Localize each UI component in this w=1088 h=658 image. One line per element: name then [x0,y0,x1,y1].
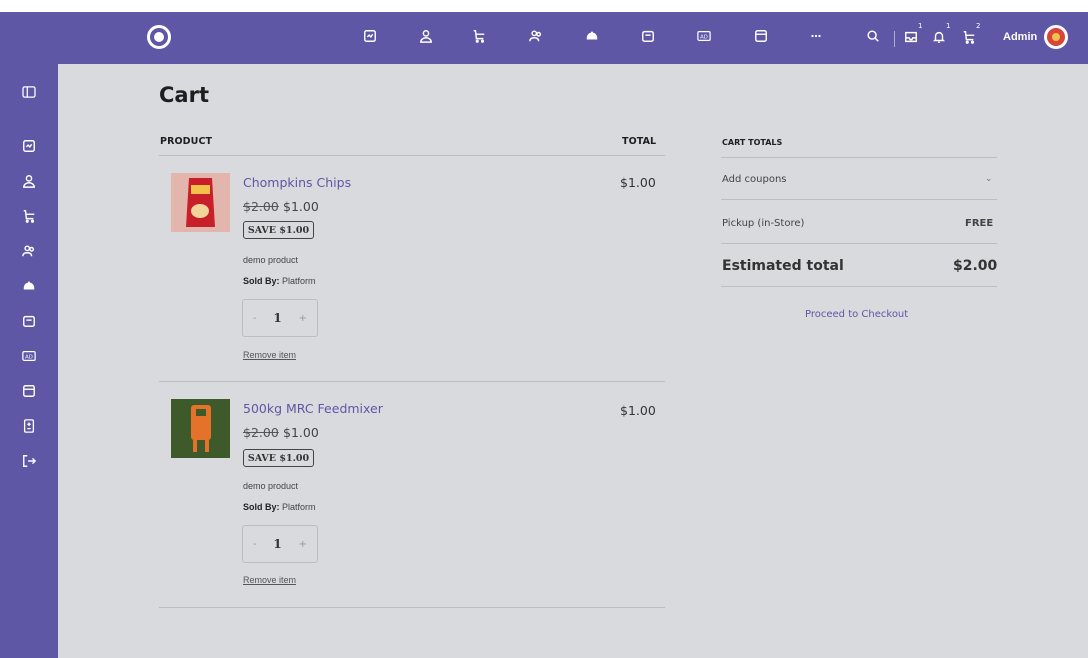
product-thumbnail[interactable] [171,173,230,232]
sale-price: $1.00 [283,425,319,440]
decrease-quantity-button[interactable]: - [253,539,257,550]
sold-by: Sold By: Platform [243,502,316,512]
search-icon[interactable] [866,29,880,43]
totals-divider [721,199,997,200]
inbox-icon[interactable] [904,30,918,44]
product-description: demo product [243,481,299,491]
main-content [58,64,1088,658]
users-icon[interactable] [529,29,543,43]
cart-icon[interactable] [472,29,486,43]
quantity-stepper[interactable]: - 1 + [242,299,318,337]
original-price: $2.00 [243,199,279,214]
toolbar-separator [894,31,895,47]
sidebar-helmet-icon[interactable] [22,279,36,293]
calculator-icon[interactable] [22,419,36,433]
sale-price: $1.00 [283,199,319,214]
window-icon[interactable] [754,29,768,43]
ad-icon[interactable]: AD [697,29,711,43]
product-column-header: PRODUCT [160,136,213,147]
product-name-link[interactable]: Chompkins Chips [243,175,351,190]
save-badge: SAVE $1.00 [243,449,314,467]
estimated-total-label: Estimated total [722,258,844,274]
row-divider [159,607,665,608]
svg-text:AD: AD [700,35,708,41]
sold-by-label: Sold By: [243,502,280,512]
row-divider [159,381,665,382]
increase-quantity-button[interactable]: + [299,539,307,550]
remove-item-link[interactable]: Remove item [243,350,296,360]
sidebar: AD [0,64,58,658]
line-total: $1.00 [620,403,656,418]
proceed-to-checkout-button[interactable]: Proceed to Checkout [805,309,908,320]
quantity-value[interactable]: 1 [273,537,281,551]
user-icon[interactable] [419,29,433,43]
svg-text:AD: AD [25,355,33,361]
cart-notification-icon[interactable] [962,30,976,44]
cart-count-badge: 2 [976,22,981,30]
brand-logo[interactable] [147,25,171,49]
original-price: $2.00 [243,425,279,440]
sidebar-window-icon[interactable] [22,384,36,398]
top-navigation-bar: AD 1 1 2 Admin [0,12,1088,64]
total-column-header: TOTAL [622,136,657,147]
helmet-icon[interactable] [585,29,599,43]
sold-by-value: Platform [282,276,316,286]
panel-toggle-icon[interactable] [22,86,36,98]
totals-divider [721,243,997,244]
product-description: demo product [243,255,299,265]
sold-by-value: Platform [282,502,316,512]
page-title: Cart [159,83,209,107]
add-coupons-toggle[interactable]: Add coupons [722,174,787,185]
increase-quantity-button[interactable]: + [299,313,307,324]
shipping-method-label: Pickup (in-Store) [722,218,805,229]
store-icon[interactable] [641,29,655,43]
bell-count-badge: 1 [946,22,951,30]
sidebar-dashboard-icon[interactable] [22,139,36,153]
chevron-down-icon[interactable]: ⌄ [985,174,993,184]
totals-divider [721,286,997,287]
sidebar-user-icon[interactable] [22,174,36,188]
more-icon[interactable] [809,29,823,43]
product-name-link[interactable]: 500kg MRC Feedmixer [243,401,383,416]
quantity-value[interactable]: 1 [273,311,281,325]
header-divider [159,155,665,156]
line-total: $1.00 [620,175,656,190]
cart-totals-heading: CART TOTALS [722,138,783,147]
sidebar-ad-icon[interactable]: AD [22,349,36,363]
sidebar-store-icon[interactable] [22,314,36,328]
save-badge: SAVE $1.00 [243,221,314,239]
remove-item-link[interactable]: Remove item [243,575,296,585]
admin-username[interactable]: Admin [1003,31,1037,43]
sidebar-cart-icon[interactable] [22,209,36,223]
shipping-cost: FREE [965,218,994,229]
estimated-total-value: $2.00 [953,258,998,274]
bell-icon[interactable] [932,30,946,44]
sidebar-users-icon[interactable] [22,244,36,258]
decrease-quantity-button[interactable]: - [253,313,257,324]
avatar[interactable] [1044,25,1068,49]
quantity-stepper[interactable]: - 1 + [242,525,318,563]
inbox-count-badge: 1 [918,22,923,30]
dashboard-icon[interactable] [363,29,377,43]
logout-icon[interactable] [22,454,36,468]
sold-by: Sold By: Platform [243,276,316,286]
totals-divider [721,157,997,158]
sold-by-label: Sold By: [243,276,280,286]
product-thumbnail[interactable] [171,399,230,458]
